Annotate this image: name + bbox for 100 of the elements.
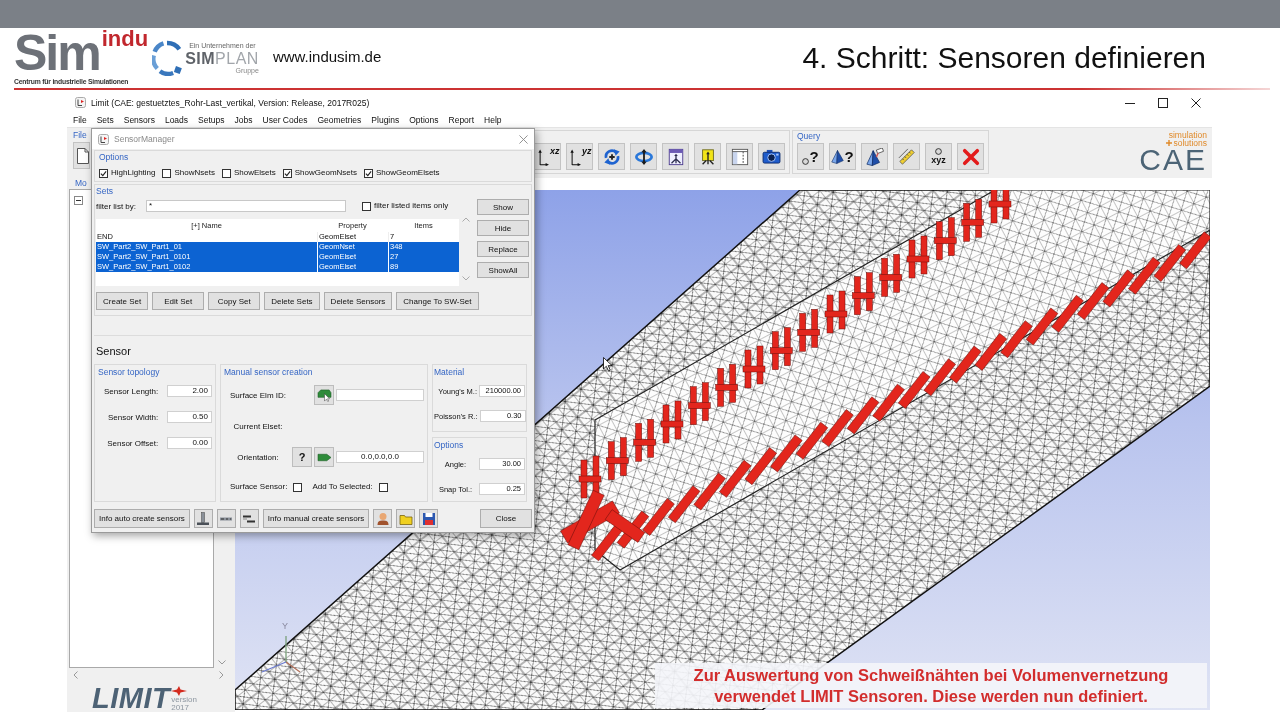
coordinates-button[interactable]: xyz (925, 143, 952, 170)
field-label: Surface Elm ID: (229, 390, 287, 400)
sensor-marker (1179, 231, 1210, 270)
axis-triad-icon (260, 634, 302, 674)
menu-item[interactable]: User Codes (257, 113, 313, 127)
group-label: Material (434, 367, 466, 377)
delete-button[interactable] (957, 143, 984, 170)
close-icon[interactable] (1190, 97, 1201, 108)
cursor-select-icon (316, 388, 332, 402)
menu-item[interactable]: Help (479, 113, 507, 127)
help-button[interactable]: ? (292, 447, 312, 467)
dialog-button[interactable]: Replace (477, 241, 529, 257)
camera-icon (762, 149, 781, 164)
plus-icon (1166, 140, 1173, 146)
checkbox-label: ShowElsets (233, 168, 276, 178)
axis-label: Y (282, 621, 288, 631)
checkbox-label: ShowGeomElsets (376, 168, 440, 178)
checkbox[interactable] (99, 168, 108, 178)
value-field[interactable]: 0.0,0.0,0.0 (336, 451, 424, 463)
dialog-title: SensorManager (114, 134, 175, 144)
save-button[interactable] (419, 509, 439, 528)
menu-item[interactable]: Jobs (229, 113, 258, 127)
checkbox[interactable] (364, 168, 373, 178)
info-button[interactable]: Info manual create sensors (262, 509, 370, 528)
dialog-button[interactable]: Show (477, 199, 529, 215)
sensor-marker (821, 409, 854, 447)
open-button[interactable] (396, 509, 416, 528)
checkbox[interactable] (293, 482, 303, 492)
sensor-marker (742, 345, 766, 389)
camera-button[interactable] (758, 143, 785, 170)
value-field[interactable]: 0.50 (167, 411, 212, 423)
value-field[interactable]: 0.00 (167, 437, 212, 449)
field-label: Sensor Length: (102, 386, 159, 396)
menu-item[interactable]: File (68, 113, 92, 127)
paint-element-button[interactable] (861, 143, 888, 170)
rotate-arrows-icon (602, 147, 621, 166)
checkbox[interactable] (162, 168, 172, 178)
axis-view-button[interactable]: xz (534, 143, 561, 170)
user-button[interactable] (373, 509, 393, 528)
zoom-frame-button[interactable] (694, 143, 721, 170)
value-field[interactable] (336, 389, 424, 401)
menu-item[interactable]: Setups (193, 113, 230, 127)
sensor-marker (949, 345, 982, 384)
checkbox[interactable] (221, 168, 231, 178)
section-heading: Sensor (95, 344, 132, 358)
menu-item[interactable]: Sets (91, 113, 119, 127)
axes-icon (538, 149, 549, 166)
rotate-button[interactable] (598, 143, 625, 170)
perpendicular-button[interactable] (193, 509, 213, 528)
dialog-button[interactable]: Copy Set (208, 292, 261, 310)
cursor-icon (603, 357, 613, 372)
axis-view-button[interactable]: yz (566, 143, 593, 170)
page-icon (77, 147, 89, 164)
logo-text: simulation (1168, 131, 1207, 139)
dialog-button[interactable]: Change To SW-Set (396, 292, 479, 310)
axes-icon (570, 149, 581, 166)
menu-item[interactable]: Loads (159, 113, 194, 127)
app-icon (75, 97, 86, 108)
menu-item[interactable]: Options (404, 113, 444, 127)
checkbox-label: HighLighting (111, 168, 156, 178)
dialog-button[interactable]: Delete Sets (264, 292, 320, 310)
sensor-marker (688, 382, 711, 425)
logo-text: LIMIT (92, 684, 171, 712)
menu-item[interactable]: Plugins (366, 113, 405, 127)
collapse-icon[interactable] (74, 196, 83, 205)
maximize-icon[interactable] (1157, 97, 1168, 108)
orbit-button[interactable] (630, 143, 657, 170)
measure-button[interactable] (893, 143, 920, 170)
info-button[interactable]: Info auto create sensors (94, 509, 190, 528)
offset-button[interactable] (239, 509, 259, 528)
query-node-button[interactable]: ? (797, 143, 824, 170)
value-field[interactable]: 2.00 (167, 385, 212, 397)
field-label: Sensor Width: (106, 412, 159, 422)
sensor-marker (906, 235, 930, 279)
window-arrows-icon (666, 147, 685, 166)
checkbox-label: Surface Sensor: (230, 482, 288, 492)
checkbox[interactable] (362, 201, 371, 211)
dialog-button[interactable]: Create Set (96, 292, 149, 310)
menu-item[interactable]: Report (443, 113, 480, 127)
sensor-marker (1025, 307, 1059, 346)
dialog-button[interactable]: Delete Sensors (323, 292, 393, 310)
direction-button[interactable] (314, 447, 334, 467)
panel-button[interactable] (726, 143, 753, 170)
query-element-button[interactable]: ? (829, 143, 856, 170)
fit-view-button[interactable] (662, 143, 689, 170)
pick-button[interactable] (314, 385, 334, 405)
checkbox[interactable] (378, 482, 388, 492)
checkbox[interactable] (282, 168, 292, 178)
ring-segments-icon (152, 40, 183, 76)
delete-icon (961, 147, 980, 166)
page-button[interactable] (73, 142, 90, 169)
menu-item[interactable]: Geometries (312, 113, 367, 127)
bar-button[interactable] (216, 509, 236, 528)
menu-item[interactable]: Sensors (118, 113, 160, 127)
save-icon (421, 511, 436, 526)
dialog-button[interactable]: Edit Set (152, 292, 205, 310)
dialog-button[interactable]: Hide (477, 220, 529, 236)
dialog-button[interactable]: ShowAll (477, 262, 529, 278)
filter-field[interactable]: * (146, 200, 346, 212)
close-button[interactable]: Close (480, 509, 532, 528)
